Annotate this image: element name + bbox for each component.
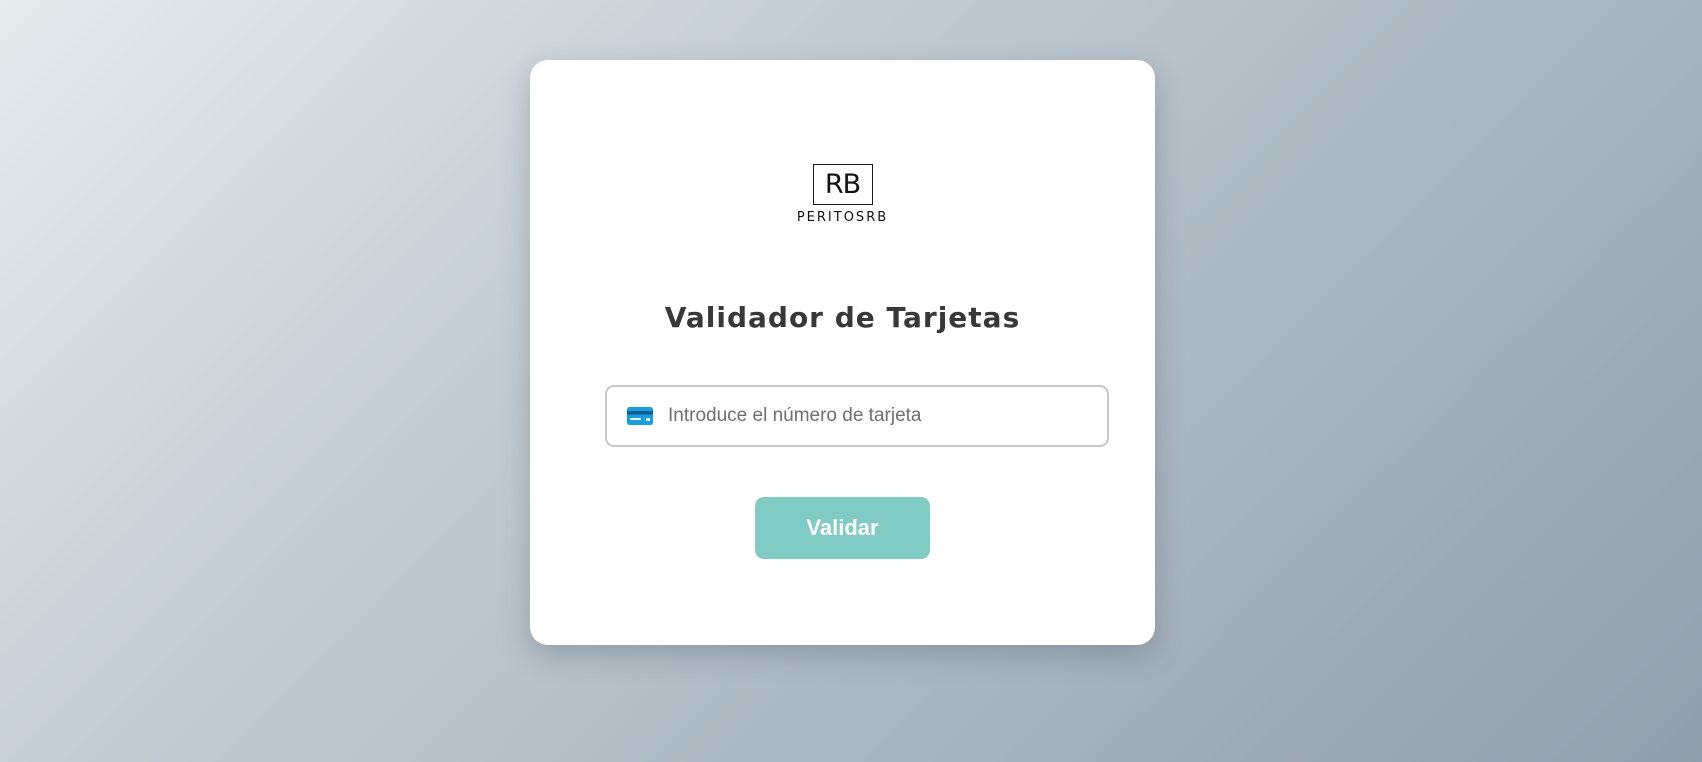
card-number-input[interactable]: [668, 396, 1088, 436]
logo-wordmark: PERITOSRB: [796, 210, 889, 225]
validate-button[interactable]: Validar: [755, 497, 930, 559]
card-number-field[interactable]: [605, 385, 1109, 447]
credit-card-icon: [627, 407, 653, 425]
logo-mark: RB: [812, 164, 873, 205]
peritosrb-logo: RB PERITOSRB: [530, 164, 1155, 224]
validator-card: RB PERITOSRB Validador de Tarjetas Valid…: [530, 60, 1155, 645]
page-title: Validador de Tarjetas: [664, 301, 1021, 334]
